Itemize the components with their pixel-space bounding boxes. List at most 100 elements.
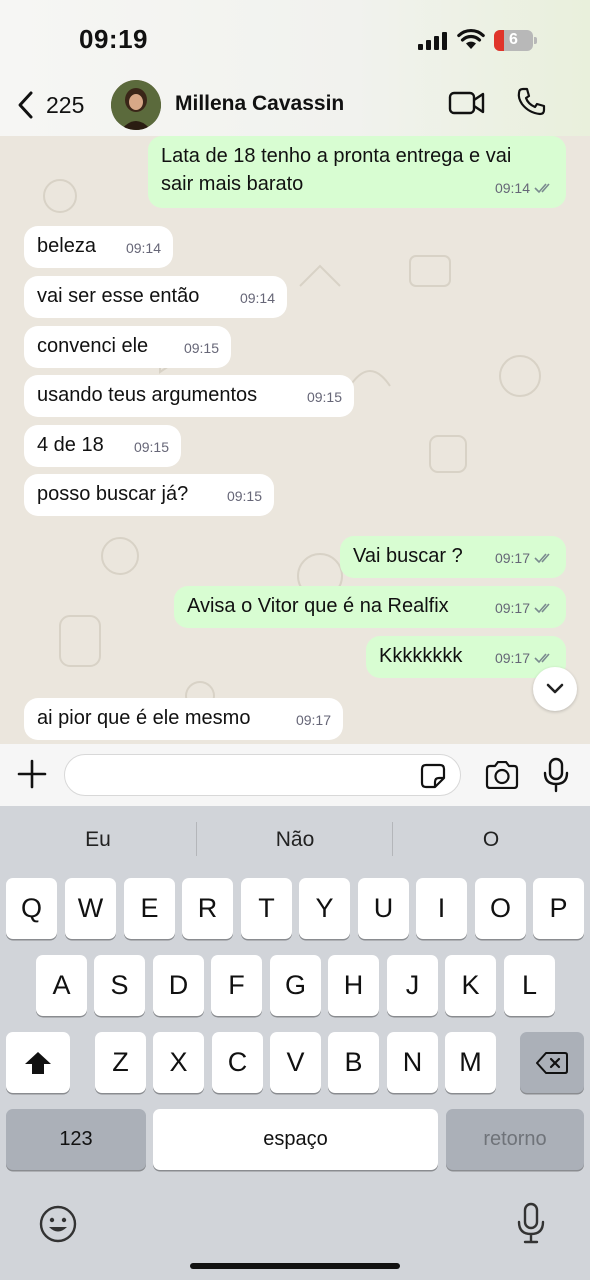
message-bubble-outgoing[interactable]: Lata de 18 tenho a pronta entrega e vai … [148,136,566,208]
message-input[interactable] [64,754,461,796]
message-bubble-incoming[interactable]: convenci ele 09:15 [24,326,231,368]
message-meta: 09:15 [134,433,169,461]
home-indicator [190,1263,400,1269]
cellular-signal-icon [418,32,447,50]
space-key[interactable]: espaço [153,1109,438,1170]
video-call-icon[interactable] [448,88,486,118]
key-q[interactable]: Q [6,878,57,939]
key-s[interactable]: S [94,955,145,1016]
avatar-photo [111,80,161,130]
message-bubble-incoming[interactable]: usando teus argumentos 09:15 [24,375,354,417]
message-bubble-outgoing[interactable]: Avisa o Vitor que é na Realfix 09:17 [174,586,566,628]
message-bubble-incoming[interactable]: posso buscar já? 09:15 [24,474,274,516]
message-text: vai ser esse então [37,285,200,307]
key-j[interactable]: J [387,955,438,1016]
key-h[interactable]: H [328,955,379,1016]
message-bubble-outgoing[interactable]: Vai buscar ? 09:17 [340,536,566,578]
message-bubble-incoming[interactable]: beleza 09:14 [24,226,173,268]
read-ticks-icon [534,653,550,664]
predictive-suggestions: Eu Não O [0,806,590,872]
message-meta: 09:15 [227,482,262,510]
avatar[interactable] [111,80,161,130]
message-meta: 09:14 [240,284,275,312]
key-v[interactable]: V [270,1032,321,1093]
emoji-icon[interactable] [38,1204,78,1244]
key-u[interactable]: U [358,878,409,939]
key-o[interactable]: O [475,878,526,939]
key-e[interactable]: E [124,878,175,939]
key-a[interactable]: A [36,955,87,1016]
sticker-icon[interactable] [420,763,446,789]
message-bubble-outgoing[interactable]: Kkkkkkkk 09:17 [366,636,566,678]
wifi-icon [457,28,485,49]
message-time: 09:17 [494,550,530,566]
dictation-microphone-icon[interactable] [516,1202,546,1244]
shift-arrow-icon [25,1051,51,1074]
key-f[interactable]: F [211,955,262,1016]
message-bubble-incoming[interactable]: 4 de 18 09:15 [24,425,181,467]
key-l[interactable]: L [504,955,555,1016]
message-time: 09:15 [183,340,219,356]
backspace-icon [536,1051,568,1074]
unread-count: 225 [46,91,85,118]
message-meta: 09:14 [495,174,554,202]
message-meta: 09:14 [126,234,161,262]
read-ticks-icon [534,553,550,564]
shift-key[interactable] [6,1032,70,1093]
key-c[interactable]: C [212,1032,263,1093]
suggestion-1[interactable]: Eu [0,828,196,852]
suggestion-2[interactable]: Não [197,828,393,852]
message-time: 09:17 [494,650,530,666]
chevron-left-icon [18,91,33,119]
message-time: 09:15 [226,488,262,504]
key-b[interactable]: B [328,1032,379,1093]
backspace-key[interactable] [520,1032,584,1093]
key-r[interactable]: R [182,878,233,939]
key-w[interactable]: W [65,878,116,939]
key-g[interactable]: G [270,955,321,1016]
message-meta: 09:17 [296,706,331,734]
keyboard: Eu Não O Q W E R T Y U I O P A S D F G H… [0,806,590,1280]
key-m[interactable]: M [445,1032,496,1093]
chat-header: 225 Millena Cavassin [0,78,590,136]
contact-name[interactable]: Millena Cavassin [175,92,344,116]
scroll-to-bottom-button[interactable] [533,667,577,711]
chevron-down-icon [546,683,564,694]
message-text: ai pior que é ele mesmo [37,707,251,729]
return-key[interactable]: retorno [446,1109,584,1170]
key-x[interactable]: X [153,1032,204,1093]
message-list[interactable]: Lata de 18 tenho a pronta entrega e vai … [0,136,590,744]
key-t[interactable]: T [241,878,292,939]
numbers-key[interactable]: 123 [6,1109,146,1170]
key-y[interactable]: Y [299,878,350,939]
read-ticks-icon [534,183,550,194]
suggestion-3[interactable]: O [393,828,589,852]
key-i[interactable]: I [416,878,467,939]
status-time: 09:19 [79,24,148,54]
message-time: 09:14 [125,240,161,256]
message-meta: 09:17 [495,644,554,672]
phone-icon[interactable] [515,86,547,118]
message-time: 09:14 [239,290,275,306]
key-p[interactable]: P [533,878,584,939]
camera-icon[interactable] [484,761,520,789]
key-d[interactable]: D [153,955,204,1016]
message-time: 09:15 [133,439,169,455]
message-time: 09:17 [494,600,530,616]
message-meta: 09:17 [495,594,554,622]
message-text: usando teus argumentos [37,384,258,406]
message-meta: 09:17 [495,544,554,572]
status-bar: 09:19 6 [0,0,590,78]
key-n[interactable]: N [387,1032,438,1093]
message-bubble-incoming[interactable]: ai pior que é ele mesmo 09:17 [24,698,343,740]
message-meta: 09:15 [307,383,342,411]
key-z[interactable]: Z [95,1032,146,1093]
back-button[interactable]: 225 [16,88,84,122]
message-time: 09:17 [295,712,331,728]
key-k[interactable]: K [445,955,496,1016]
message-composer [0,744,590,806]
message-meta: 09:15 [184,334,219,362]
message-bubble-incoming[interactable]: vai ser esse então 09:14 [24,276,287,318]
attach-plus-icon[interactable] [16,758,48,790]
microphone-icon[interactable] [543,757,569,793]
